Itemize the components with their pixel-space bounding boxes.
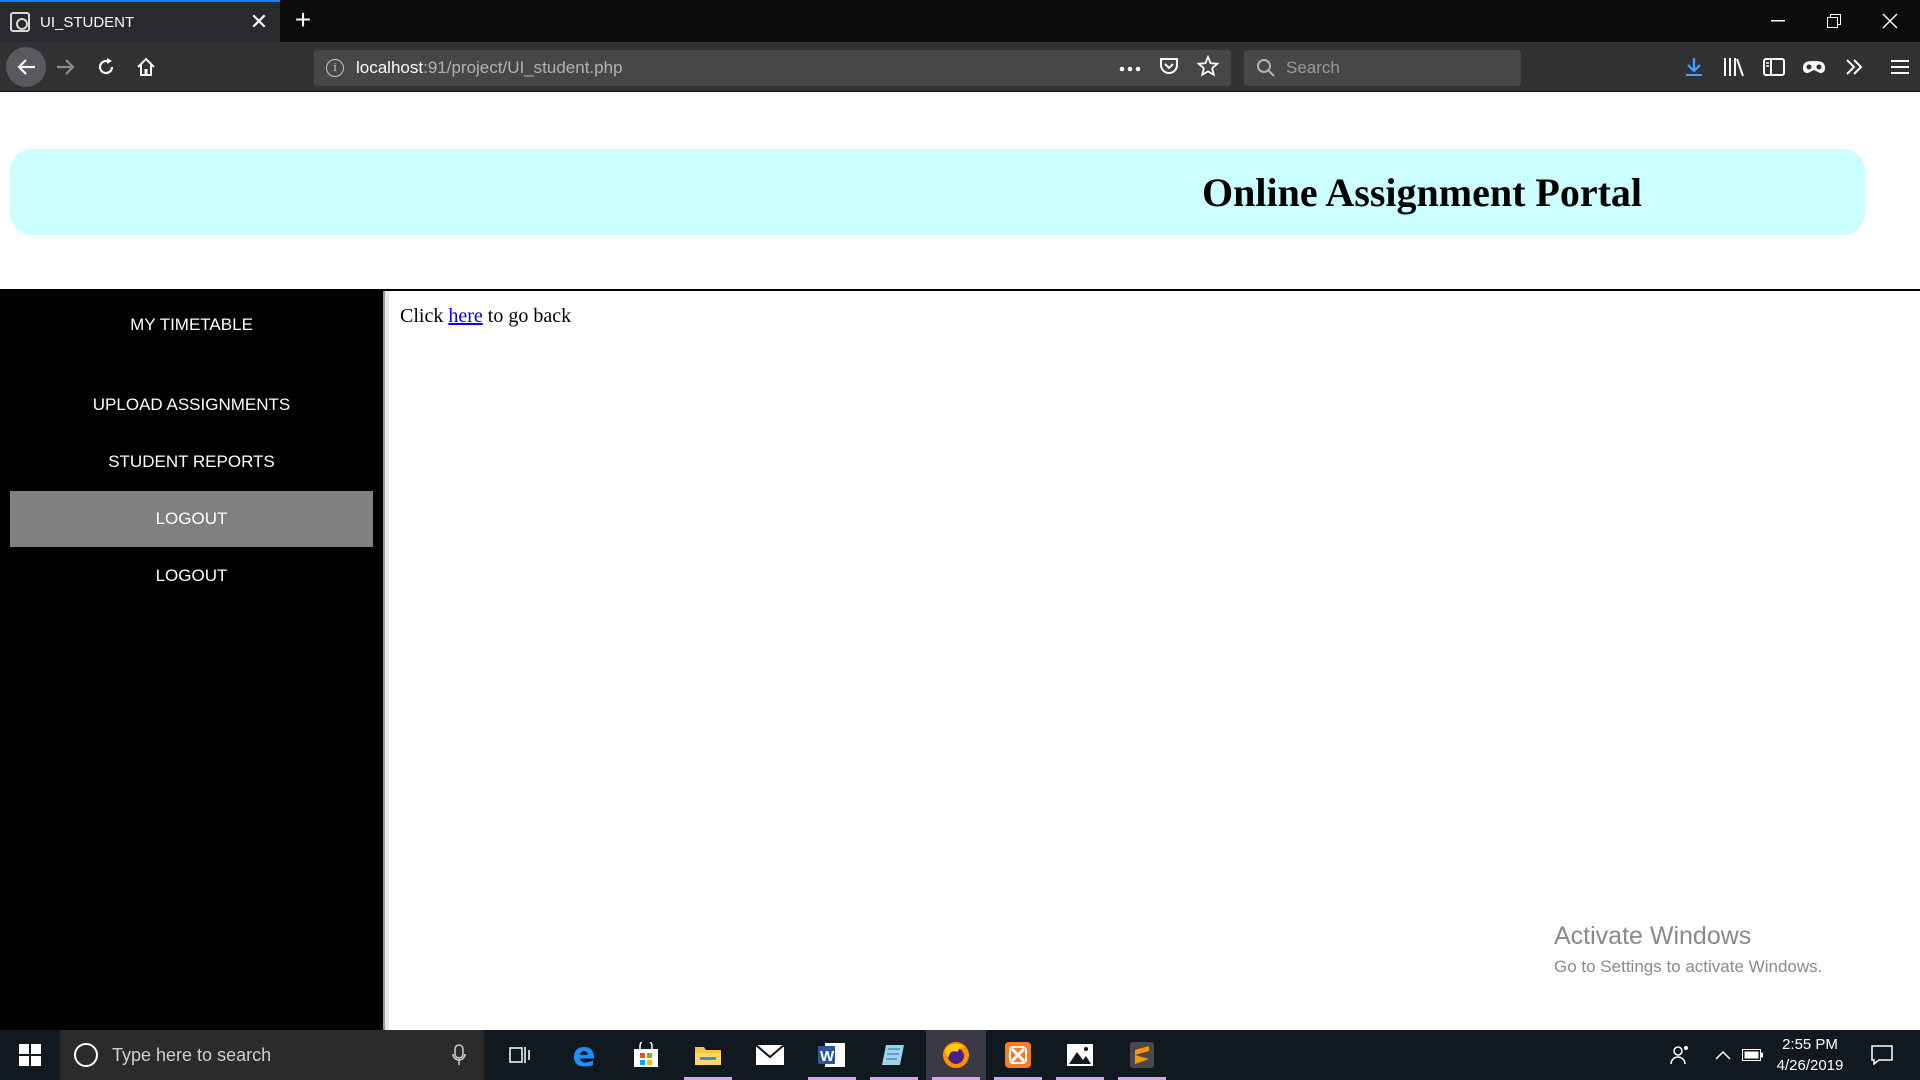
firefox-icon[interactable] xyxy=(926,1030,986,1080)
taskbar-search-box[interactable]: Type here to search xyxy=(60,1030,484,1080)
pocket-icon[interactable] xyxy=(1159,56,1179,81)
site-favicon-icon xyxy=(10,12,30,32)
home-icon[interactable] xyxy=(128,49,164,85)
url-text[interactable]: localhost:91/project/UI_student.php xyxy=(356,58,1119,78)
private-mask-icon[interactable] xyxy=(1794,47,1834,87)
overflow-chevrons-icon[interactable] xyxy=(1834,47,1874,87)
taskbar-search-placeholder: Type here to search xyxy=(112,1044,272,1065)
svg-text:W: W xyxy=(820,1048,835,1065)
site-info-icon[interactable]: i xyxy=(326,59,344,77)
task-view-icon[interactable] xyxy=(490,1030,550,1080)
close-window-icon[interactable] xyxy=(1862,0,1918,42)
xampp-icon[interactable] xyxy=(988,1030,1048,1080)
sidebar-item-upload-assignments[interactable]: UPLOAD ASSIGNMENTS xyxy=(10,377,373,433)
search-field[interactable]: Search xyxy=(1244,50,1521,86)
sidebar-item-my-timetable[interactable]: MY TIMETABLE xyxy=(10,297,373,353)
back-arrow-icon[interactable] xyxy=(6,47,46,87)
word-icon[interactable]: W xyxy=(802,1030,862,1080)
activate-windows-watermark: Activate Windows Go to Settings to activ… xyxy=(1554,922,1823,976)
web-page: Online Assignment Portal MY TIMETABLE UP… xyxy=(0,92,1920,1030)
windows-taskbar: Type here to search e W 2:55 PM 4/26/201… xyxy=(0,1030,1920,1080)
close-tab-icon[interactable]: ✕ xyxy=(244,9,274,35)
search-placeholder: Search xyxy=(1286,58,1340,77)
page-title: Online Assignment Portal xyxy=(1202,170,1643,215)
mail-icon[interactable] xyxy=(740,1030,800,1080)
notepad-app-icon[interactable] xyxy=(864,1030,924,1080)
sidebar-nav: MY TIMETABLE UPLOAD ASSIGNMENTS STUDENT … xyxy=(0,291,383,1030)
taskbar-clock[interactable]: 2:55 PM 4/26/2019 xyxy=(1760,1034,1860,1076)
downloads-icon[interactable] xyxy=(1674,47,1714,87)
action-center-icon[interactable] xyxy=(1862,1030,1902,1080)
address-bar[interactable]: i localhost:91/project/UI_student.php xyxy=(314,50,1231,86)
library-icon[interactable] xyxy=(1714,47,1754,87)
browser-tab-strip: UI_STUDENT ✕ + xyxy=(0,0,1920,42)
cortana-icon xyxy=(74,1043,98,1067)
restore-icon[interactable] xyxy=(1806,0,1862,42)
sidebar-item-logout[interactable]: LOGOUT xyxy=(10,548,373,604)
show-hidden-icons-chevron-icon[interactable] xyxy=(1708,1030,1738,1080)
search-icon xyxy=(1257,59,1275,77)
reload-icon[interactable] xyxy=(88,49,124,85)
sublime-text-icon[interactable] xyxy=(1112,1030,1172,1080)
people-icon[interactable] xyxy=(1662,1030,1698,1080)
forward-arrow-icon[interactable] xyxy=(48,49,84,85)
photos-icon[interactable] xyxy=(1050,1030,1110,1080)
browser-tab[interactable]: UI_STUDENT ✕ xyxy=(0,0,280,42)
store-icon[interactable] xyxy=(616,1030,676,1080)
tab-title: UI_STUDENT xyxy=(40,13,135,31)
go-back-link[interactable]: here xyxy=(448,305,482,327)
file-explorer-icon[interactable] xyxy=(678,1030,738,1080)
bookmark-star-icon[interactable] xyxy=(1196,54,1220,82)
hamburger-menu-icon[interactable] xyxy=(1880,47,1920,87)
sidebar-toggle-icon[interactable] xyxy=(1754,47,1794,87)
frame-divider[interactable] xyxy=(383,291,389,1030)
microphone-icon[interactable] xyxy=(452,1044,466,1066)
header-banner: Online Assignment Portal xyxy=(10,149,1865,235)
page-actions-more-icon[interactable] xyxy=(1119,59,1141,77)
content-message: Click here to go back xyxy=(400,305,572,327)
browser-toolbar: i localhost:91/project/UI_student.php Se… xyxy=(0,42,1920,92)
sidebar-item-logout-active[interactable]: LOGOUT xyxy=(10,491,373,547)
minimize-icon[interactable] xyxy=(1750,0,1806,42)
sidebar-item-student-reports[interactable]: STUDENT REPORTS xyxy=(10,434,373,490)
edge-browser-icon[interactable]: e xyxy=(554,1030,614,1080)
windows-start-icon[interactable] xyxy=(0,1030,60,1080)
new-tab-plus-icon[interactable]: + xyxy=(286,4,320,38)
